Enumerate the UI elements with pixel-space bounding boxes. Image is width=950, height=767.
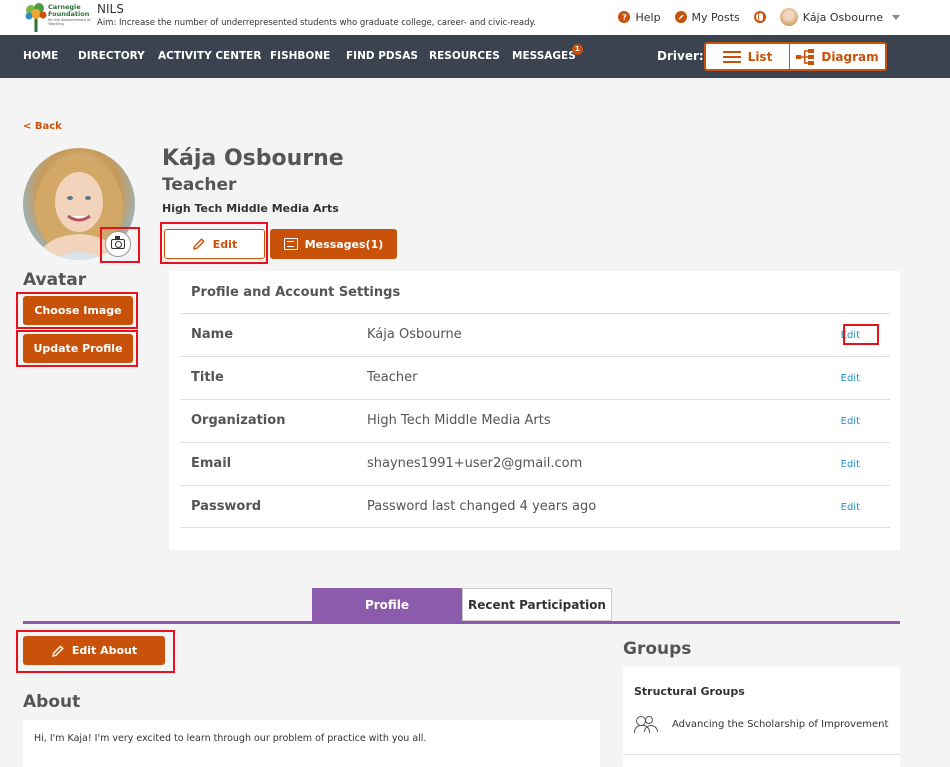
main-nav: HOME DIRECTORY ACTIVITY CENTER FISHBONE … bbox=[0, 35, 950, 78]
my-posts-link[interactable]: My Posts bbox=[674, 10, 740, 24]
highlight-choose-image bbox=[16, 292, 138, 329]
highlight-edit-about bbox=[16, 630, 175, 673]
tab-recent-participation[interactable]: Recent Participation bbox=[462, 588, 612, 621]
tab-profile[interactable]: Profile bbox=[312, 588, 462, 621]
groups-card: Structural Groups Advancing the Scholars… bbox=[623, 667, 900, 767]
nav-find-pdsas[interactable]: FIND PDSAS bbox=[346, 35, 418, 78]
brand-tagline: for the Advancement of Teaching bbox=[48, 18, 91, 26]
chevron-down-icon bbox=[892, 14, 900, 20]
settings-title: Profile and Account Settings bbox=[191, 285, 401, 300]
user-avatar bbox=[779, 8, 798, 26]
nav-messages[interactable]: MESSAGES 1 bbox=[512, 35, 583, 78]
aim-statement: Aim: Increase the number of underreprese… bbox=[97, 18, 537, 28]
driver-list-button[interactable]: List bbox=[706, 44, 790, 69]
group-divider bbox=[623, 754, 900, 755]
list-icon bbox=[722, 50, 741, 63]
tree-logo-icon bbox=[25, 3, 47, 32]
people-icon bbox=[634, 715, 658, 733]
edit-password-link[interactable]: Edit bbox=[841, 502, 860, 513]
row-value: Password last changed 4 years ago bbox=[367, 499, 597, 514]
settings-row-password: Password Password last changed 4 years a… bbox=[181, 485, 890, 528]
profile-name: Kája Osbourne bbox=[162, 146, 344, 171]
edit-email-link[interactable]: Edit bbox=[841, 459, 860, 470]
back-link[interactable]: < Back bbox=[23, 121, 62, 132]
messages-label: Messages(1) bbox=[304, 237, 384, 251]
message-icon bbox=[283, 238, 298, 250]
settings-row-name: Name Kája Osbourne Edit bbox=[181, 313, 890, 356]
nav-home[interactable]: HOME bbox=[23, 35, 58, 78]
group-item[interactable]: Advancing the Scholarship of Improvement bbox=[634, 715, 888, 733]
edit-organization-link[interactable]: Edit bbox=[841, 416, 860, 427]
about-heading: About bbox=[23, 692, 81, 712]
user-menu-name: Kája Osbourne bbox=[802, 10, 883, 24]
top-links: ? Help My Posts Kája Osbourne bbox=[618, 8, 950, 26]
globe-icon bbox=[753, 11, 766, 23]
brand-name: Carnegie Foundation for the Advancement … bbox=[48, 3, 91, 27]
groups-heading: Groups bbox=[623, 639, 692, 659]
nav-resources[interactable]: RESOURCES bbox=[429, 35, 500, 78]
diagram-icon bbox=[796, 48, 815, 65]
row-label: Name bbox=[191, 327, 234, 342]
row-value: High Tech Middle Media Arts bbox=[367, 413, 551, 428]
language-button[interactable] bbox=[753, 11, 766, 23]
messages-button[interactable]: Messages(1) bbox=[270, 229, 397, 259]
edit-title-link[interactable]: Edit bbox=[841, 373, 860, 384]
group-item-label: Advancing the Scholarship of Improvement bbox=[672, 718, 889, 730]
user-menu[interactable]: Kája Osbourne bbox=[779, 8, 900, 26]
driver-view-toggle: List Diagram bbox=[704, 42, 887, 71]
carnegie-logo[interactable]: Carnegie Foundation for the Advancement … bbox=[24, 2, 91, 32]
nav-directory[interactable]: DIRECTORY bbox=[78, 35, 145, 78]
row-label: Title bbox=[191, 370, 224, 385]
row-value: Kája Osbourne bbox=[367, 327, 462, 342]
profile-title: Teacher bbox=[162, 175, 237, 195]
nav-fishbone[interactable]: FISHBONE bbox=[270, 35, 330, 78]
structural-groups-heading: Structural Groups bbox=[634, 685, 745, 698]
about-box: Hi, I'm Kaja! I'm very excited to learn … bbox=[23, 720, 600, 767]
highlight-update-profile bbox=[16, 330, 138, 367]
highlight-camera bbox=[100, 227, 140, 263]
highlight-edit bbox=[160, 222, 268, 264]
top-bar: Carnegie Foundation for the Advancement … bbox=[0, 0, 950, 35]
help-link[interactable]: ? Help bbox=[618, 10, 661, 24]
tab-underline bbox=[23, 621, 900, 624]
row-label: Email bbox=[191, 456, 232, 471]
driver-list-label: List bbox=[747, 49, 773, 64]
row-label: Password bbox=[191, 499, 262, 514]
row-value: Teacher bbox=[367, 370, 418, 385]
my-posts-label: My Posts bbox=[691, 10, 740, 24]
row-label: Organization bbox=[191, 413, 286, 428]
help-label: Help bbox=[635, 10, 661, 24]
driver-diagram-label: Diagram bbox=[821, 49, 879, 64]
help-icon: ? bbox=[618, 11, 631, 23]
nav-messages-label: MESSAGES bbox=[512, 50, 576, 62]
app-name: NILS bbox=[97, 2, 124, 16]
settings-row-organization: Organization High Tech Middle Media Arts… bbox=[181, 399, 890, 442]
messages-count-badge: 1 bbox=[571, 44, 583, 55]
row-value: shaynes1991+user2@gmail.com bbox=[367, 456, 583, 471]
avatar-heading: Avatar bbox=[23, 270, 87, 290]
about-text: Hi, I'm Kaja! I'm very excited to learn … bbox=[34, 733, 427, 744]
highlight-name-edit bbox=[843, 324, 879, 345]
driver-label: Driver: bbox=[657, 49, 704, 63]
settings-row-email: Email shaynes1991+user2@gmail.com Edit bbox=[181, 442, 890, 485]
pencil-circle-icon bbox=[674, 11, 687, 23]
driver-diagram-button[interactable]: Diagram bbox=[790, 44, 885, 69]
account-settings-card: Profile and Account Settings Name Kája O… bbox=[169, 271, 900, 550]
profile-organization: High Tech Middle Media Arts bbox=[162, 202, 339, 215]
nav-activity-center[interactable]: ACTIVITY CENTER bbox=[158, 35, 261, 78]
settings-row-title: Title Teacher Edit bbox=[181, 356, 890, 399]
